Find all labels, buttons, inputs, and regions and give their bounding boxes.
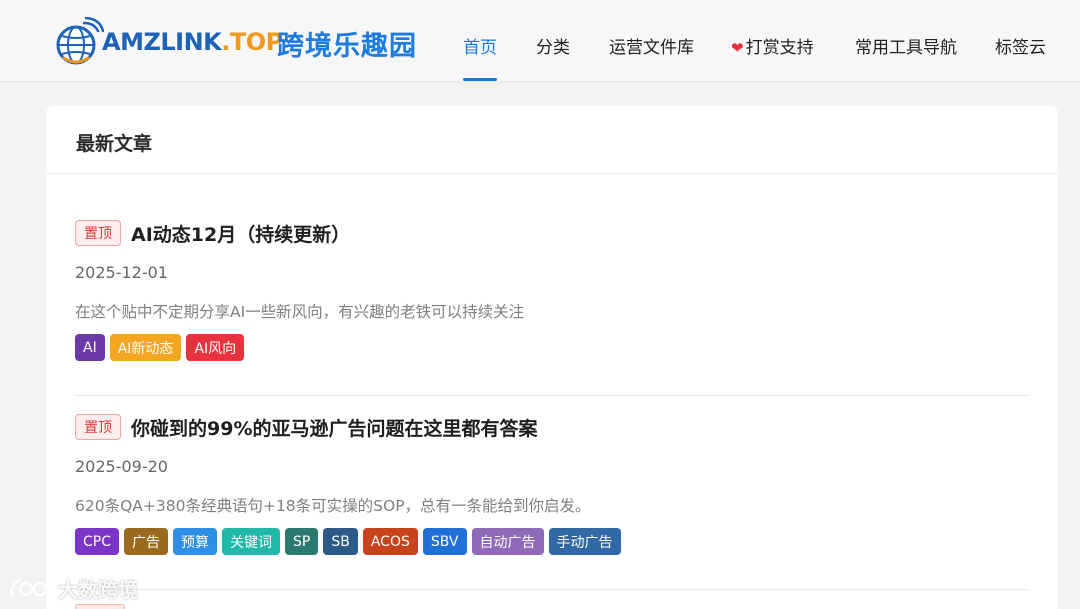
post-title-link[interactable]: AI动态12月（持续更新） — [131, 220, 350, 247]
nav-item-home[interactable]: 首页 — [463, 33, 497, 58]
tag-chip[interactable]: 关键词 — [222, 528, 280, 555]
section-title: 最新文章 — [76, 133, 153, 155]
post-header: 置顶 AI动态12月（持续更新） — [75, 219, 350, 247]
tag-chip[interactable]: SP — [285, 528, 319, 555]
tag-chip[interactable]: AI — [75, 334, 105, 361]
nav-item-tools[interactable]: 常用工具导航 — [855, 33, 957, 58]
heart-icon: ❤ — [731, 39, 744, 57]
latest-posts-card: 最新文章 置顶 AI动态12月（持续更新） 2025-12-01 在这个贴中不定… — [46, 106, 1058, 609]
nav-item-categories[interactable]: 分类 — [536, 33, 570, 58]
post-item: 置顶 AI动态12月（持续更新） 2025-12-01 在这个贴中不定期分享AI… — [75, 219, 1029, 369]
logo-text: AMZLINK.TOP — [102, 28, 283, 56]
post-excerpt: 620条QA+380条经典语句+18条可实操的SOP，总有一条能给到你启发。 — [75, 497, 591, 515]
tag-list: AI AI新动态 AI风向 — [75, 334, 245, 361]
post-title-link[interactable]: 你碰到的99%的亚马逊广告问题在这里都有答案 — [131, 414, 537, 441]
tag-chip[interactable]: 广告 — [124, 528, 168, 555]
post-excerpt: 在这个贴中不定期分享AI一些新风向，有兴趣的老铁可以持续关注 — [75, 303, 525, 321]
tag-chip[interactable]: 手动广告 — [548, 528, 621, 555]
tag-list: CPC 广告 预算 关键词 SP SB ACOS SBV 自动广告 手动广告 — [75, 528, 621, 555]
divider — [75, 589, 1029, 590]
nav-item-donate[interactable]: ❤ 打赏支持 — [731, 33, 814, 58]
tag-chip[interactable]: AI新动态 — [109, 334, 182, 361]
tag-chip[interactable]: SB — [323, 528, 358, 555]
nav-item-file-library[interactable]: 运营文件库 — [609, 33, 694, 58]
pinned-badge: 置顶 — [75, 220, 121, 246]
site-header: AMZLINK.TOP 跨境乐趣园 首页 分类 运营文件库 ❤ 打赏支持 常用工具… — [0, 0, 1080, 82]
pinned-badge: 置顶 — [75, 414, 121, 440]
divider — [46, 173, 1058, 174]
globe-logo-icon — [56, 17, 104, 65]
tag-chip[interactable]: CPC — [75, 528, 119, 555]
watermark-logo-icon — [10, 579, 48, 597]
divider — [75, 395, 1029, 396]
nav-item-donate-label: 打赏支持 — [745, 38, 814, 58]
nav-active-indicator — [463, 78, 497, 81]
next-pinned-badge-partial — [75, 604, 125, 609]
watermark: 大数跨境 — [8, 574, 138, 603]
tag-chip[interactable]: ACOS — [362, 528, 418, 555]
post-date: 2025-12-01 — [75, 263, 168, 282]
tag-chip[interactable]: AI风向 — [186, 334, 245, 361]
watermark-text: 大数跨境 — [58, 578, 138, 602]
post-item: 置顶 你碰到的99%的亚马逊广告问题在这里都有答案 2025-09-20 620… — [75, 413, 1029, 563]
tag-chip[interactable]: 预算 — [173, 528, 217, 555]
post-date: 2025-09-20 — [75, 457, 168, 476]
site-logo[interactable]: AMZLINK.TOP — [54, 16, 283, 68]
tag-chip[interactable]: SBV — [422, 528, 467, 555]
nav-item-tag-cloud[interactable]: 标签云 — [995, 33, 1046, 58]
site-name[interactable]: 跨境乐趣园 — [277, 24, 417, 63]
post-header: 置顶 你碰到的99%的亚马逊广告问题在这里都有答案 — [75, 413, 537, 441]
tag-chip[interactable]: 自动广告 — [471, 528, 544, 555]
